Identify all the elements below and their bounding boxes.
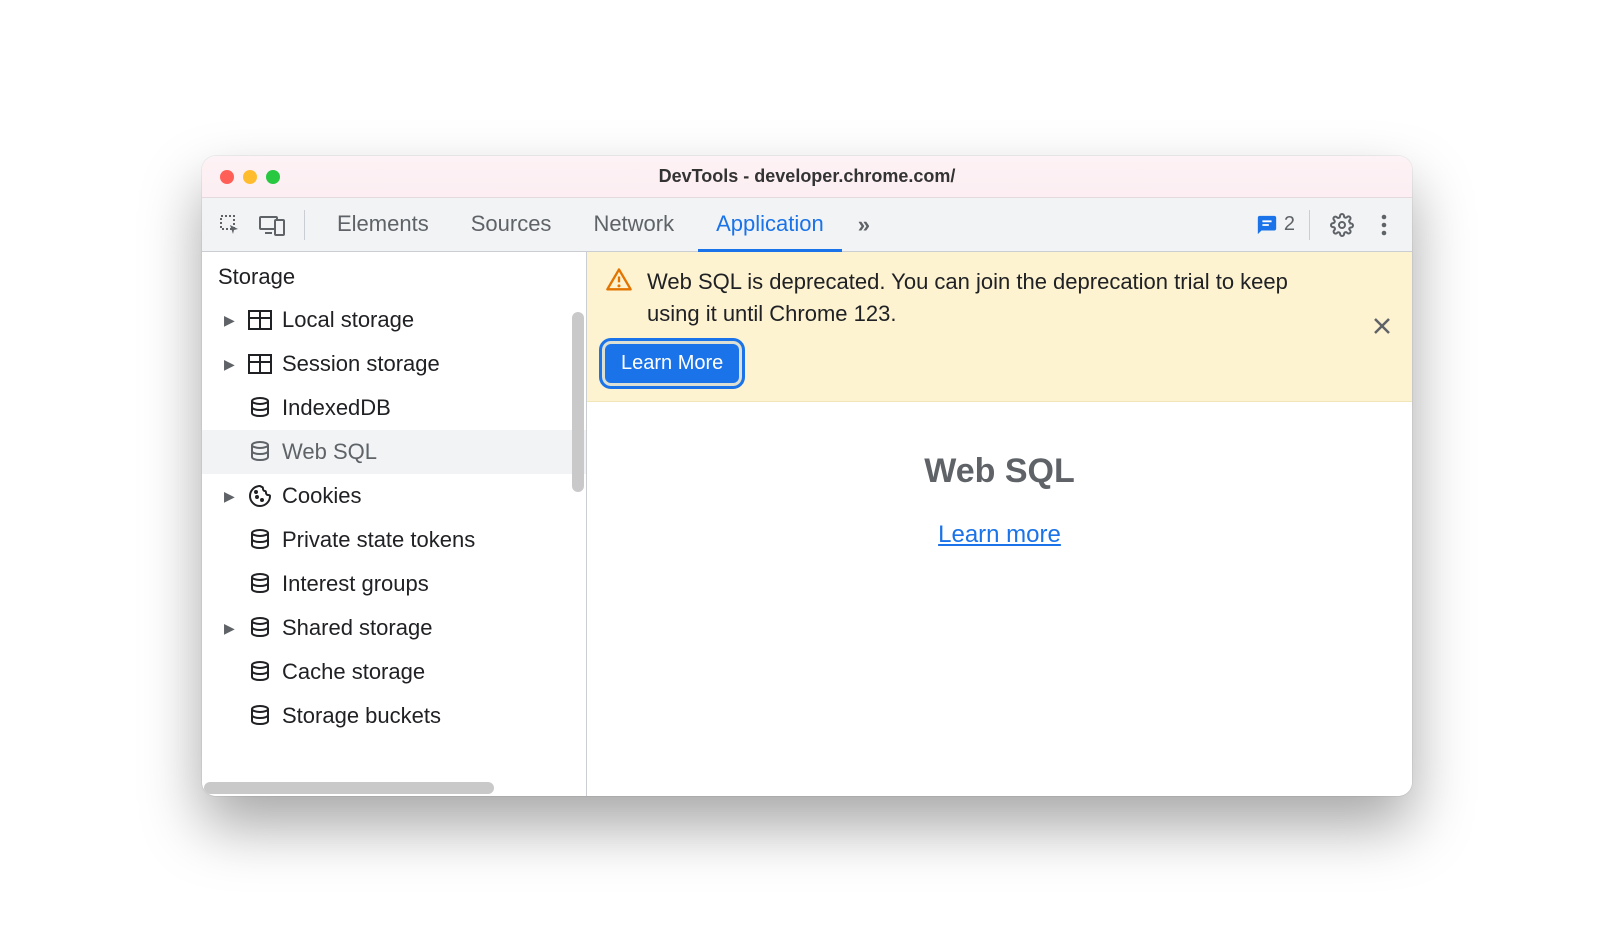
banner-close-button[interactable] [1372,316,1392,336]
sidebar-item-interest-groups[interactable]: Interest groups [202,562,586,606]
main-heading: Web SQL [924,452,1075,491]
window-title: DevTools - developer.chrome.com/ [202,166,1412,187]
traffic-lights [202,170,280,184]
tab-application[interactable]: Application [698,198,842,252]
sidebar-item-label: Shared storage [282,615,432,641]
settings-button[interactable] [1324,207,1360,243]
inspect-element-icon[interactable] [212,207,248,243]
main-panel: Web SQL is deprecated. You can join the … [587,252,1412,796]
sidebar-item-label: Private state tokens [282,527,475,553]
deprecation-banner: Web SQL is deprecated. You can join the … [587,252,1412,402]
sidebar-item-indexeddb[interactable]: IndexedDB [202,386,586,430]
tab-network[interactable]: Network [575,198,692,252]
database-icon [246,396,274,420]
more-tabs-button[interactable]: » [848,212,880,238]
table-icon [246,353,274,375]
toolbar-divider [1309,210,1310,240]
sidebar-section-title: Storage [202,252,586,298]
content: Storage ▶ Local storage ▶ Session storage In… [202,252,1412,796]
learn-more-button[interactable]: Learn More [605,344,739,383]
banner-text: Web SQL is deprecated. You can join the … [647,266,1337,330]
table-icon [246,309,274,331]
sidebar-item-storage-buckets[interactable]: Storage buckets [202,694,586,738]
database-icon [246,528,274,552]
database-icon [246,616,274,640]
sidebar-item-private-state-tokens[interactable]: Private state tokens [202,518,586,562]
devtools-window: DevTools - developer.chrome.com/ Element… [202,156,1412,796]
sidebar-item-shared-storage[interactable]: ▶ Shared storage [202,606,586,650]
disclosure-triangle-icon: ▶ [224,620,238,637]
gear-icon [1330,213,1354,237]
kebab-icon [1381,214,1387,236]
disclosure-triangle-icon: ▶ [224,488,238,505]
sidebar-item-label: IndexedDB [282,395,391,421]
sidebar-tree: ▶ Local storage ▶ Session storage IndexedDB W… [202,298,586,738]
device-toolbar-icon[interactable] [254,207,290,243]
tab-elements[interactable]: Elements [319,198,447,252]
kebab-menu-button[interactable] [1366,207,1402,243]
issues-button[interactable]: 2 [1256,213,1295,236]
sidebar-item-session-storage[interactable]: ▶ Session storage [202,342,586,386]
disclosure-triangle-icon: ▶ [224,356,238,373]
close-icon [1372,316,1392,336]
tab-label: Network [593,211,674,237]
sidebar-item-local-storage[interactable]: ▶ Local storage [202,298,586,342]
tab-label: Elements [337,211,429,237]
close-window-button[interactable] [220,170,234,184]
database-icon [246,660,274,684]
database-icon [246,704,274,728]
warning-icon [605,266,633,294]
horizontal-scrollbar[interactable] [204,782,494,794]
minimize-window-button[interactable] [243,170,257,184]
sidebar-item-cache-storage[interactable]: Cache storage [202,650,586,694]
chevron-double-right-icon: » [858,212,870,237]
database-icon [246,572,274,596]
sidebar-item-cookies[interactable]: ▶ Cookies [202,474,586,518]
tab-label: Sources [471,211,552,237]
maximize-window-button[interactable] [266,170,280,184]
sidebar-item-label: Session storage [282,351,440,377]
sidebar-item-label: Cookies [282,483,361,509]
sidebar-item-label: Storage buckets [282,703,441,729]
toolbar-divider [304,210,305,240]
sidebar-item-label: Web SQL [282,439,377,465]
sidebar-item-web-sql[interactable]: Web SQL [202,430,586,474]
database-icon [246,440,274,464]
disclosure-triangle-icon: ▶ [224,312,238,329]
main-body: Web SQL Learn more [587,402,1412,796]
toolbar: Elements Sources Network Application » 2 [202,198,1412,252]
tab-label: Application [716,211,824,237]
tab-sources[interactable]: Sources [453,198,570,252]
issues-count: 2 [1284,213,1295,236]
sidebar-item-label: Local storage [282,307,414,333]
titlebar: DevTools - developer.chrome.com/ [202,156,1412,198]
cookie-icon [246,484,274,508]
learn-more-link[interactable]: Learn more [938,521,1061,549]
vertical-scrollbar[interactable] [572,312,584,492]
sidebar-item-label: Interest groups [282,571,429,597]
chat-icon [1256,214,1278,236]
sidebar-item-label: Cache storage [282,659,425,685]
sidebar: Storage ▶ Local storage ▶ Session storage In… [202,252,587,796]
